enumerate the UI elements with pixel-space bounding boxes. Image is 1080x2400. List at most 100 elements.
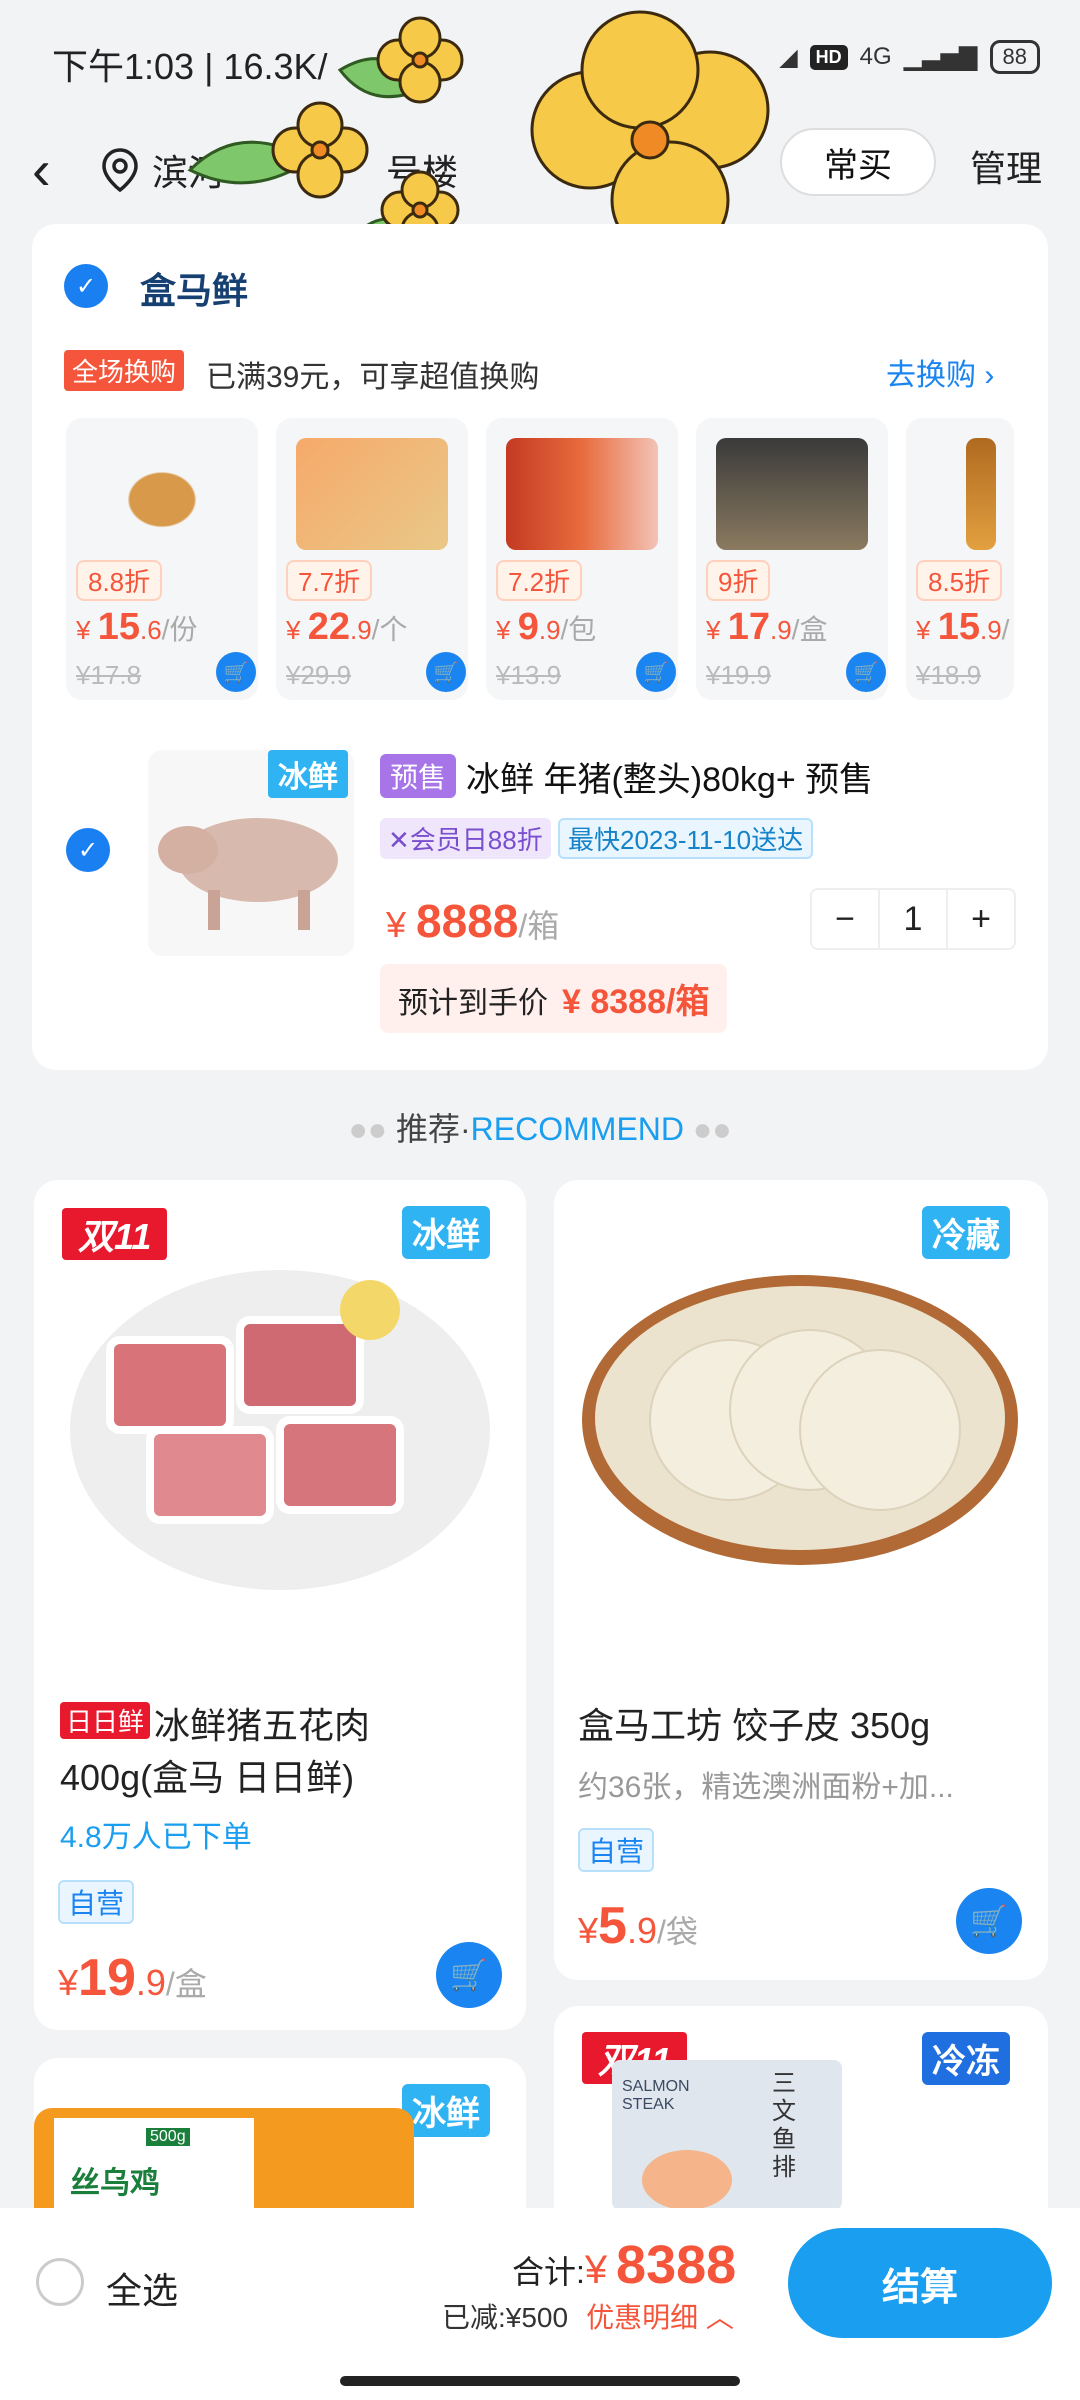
price-dec: .9	[626, 1910, 657, 1951]
currency: ¥	[496, 615, 511, 645]
price-unit: /盒	[165, 1966, 207, 2002]
saved-text: 已减:¥500	[442, 2302, 569, 2333]
fresh-daily-tag: 日日鲜	[60, 1702, 151, 1739]
exchange-link[interactable]: 去换购 ›	[886, 350, 994, 394]
price-dec: .9	[979, 615, 1002, 645]
chevron-right-icon: ›	[984, 359, 995, 392]
saved-amount: 已减:¥500 优惠明细 ︿	[442, 2296, 734, 2336]
product-desc: 约36张，精选澳洲面粉+加...	[578, 1771, 954, 1804]
price-int: 22	[307, 606, 350, 648]
member-badge: ✕会员日88折	[380, 818, 551, 859]
currency: ¥	[386, 904, 407, 945]
exchange-item[interactable]: 7.7折 ¥ 22.9/个 ¥29.9 🛒	[276, 418, 468, 700]
promo-tag: 全场换购	[64, 350, 185, 391]
add-cart-icon[interactable]: 🛒	[216, 652, 256, 692]
back-icon[interactable]: ‹	[32, 142, 51, 198]
select-all-label[interactable]: 全选	[106, 2262, 178, 2314]
self-operated-badge: 自营	[578, 1828, 655, 1872]
package-text: 三文鱼排	[772, 2070, 796, 2181]
increase-button[interactable]: +	[948, 890, 1014, 948]
price-int: 15	[97, 606, 140, 648]
old-price: ¥13.9	[496, 660, 562, 690]
select-all-checkbox[interactable]	[36, 2258, 84, 2306]
total-label: 合计:	[512, 2254, 585, 2290]
product-name: 盒马工坊 饺子皮 350g	[578, 1705, 931, 1746]
currency: ¥	[584, 2248, 608, 2292]
manage-button[interactable]: 管理	[970, 140, 1042, 192]
sold-count: 4.8万人已下单	[60, 1821, 252, 1854]
add-cart-icon[interactable]: 🛒	[636, 652, 676, 692]
network-label: 4G	[859, 43, 892, 70]
old-price: ¥17.8	[76, 660, 142, 690]
price-unit: /箱	[518, 908, 560, 944]
discount-badge: 8.5折	[916, 560, 1003, 601]
chilled-tag: 冰鲜	[402, 2084, 490, 2137]
salmon-steak-image: SALMON STEAK 三文鱼排	[612, 2060, 842, 2210]
chevron-up-icon: ︿	[705, 2302, 734, 2333]
add-cart-button[interactable]: 🛒	[436, 1942, 502, 2008]
price-dec: .9	[538, 615, 561, 645]
discount-badge: 7.7折	[286, 560, 373, 601]
chilled-tag: 冰鲜	[268, 750, 348, 798]
location-pin-icon	[102, 148, 138, 192]
checkout-button[interactable]: 结算	[788, 2228, 1052, 2338]
currency: ¥	[58, 1962, 79, 2003]
decrease-button[interactable]: −	[812, 890, 878, 948]
old-price: ¥19.9	[706, 660, 772, 690]
discount-detail-link[interactable]: 优惠明细 ︿	[586, 2302, 734, 2333]
product-title[interactable]: 冰鲜 年猪(整头)80kg+ 预售	[466, 752, 873, 801]
price-int: 17	[727, 606, 770, 648]
store-name[interactable]: 盒马鲜	[140, 262, 248, 314]
recommend-label-en: RECOMMEND	[470, 1111, 684, 1147]
product-image	[296, 438, 448, 550]
package-weight: 500g	[146, 2128, 190, 2146]
item-price: ¥ 15.6/份	[76, 606, 197, 649]
add-cart-icon[interactable]: 🛒	[846, 652, 886, 692]
package-en: SALMON STEAK	[622, 2078, 690, 2113]
exchange-item[interactable]: 8.5折 ¥ 15.9/ ¥18.9	[906, 418, 1014, 700]
price-int: 15	[937, 606, 980, 648]
exchange-item[interactable]: 7.2折 ¥ 9.9/包 ¥13.9 🛒	[486, 418, 678, 700]
discount-badge: 7.2折	[496, 560, 583, 601]
price-dec: .9	[135, 1962, 166, 2003]
home-indicator	[340, 2376, 740, 2386]
price-unit: /份	[161, 614, 198, 645]
member-badge-text: 会员日88折	[409, 825, 543, 855]
cart-icon: 🛒	[450, 1958, 488, 1992]
self-operated-badge: 自营	[58, 1880, 135, 1924]
item-price: ¥ 8888/箱	[386, 894, 559, 948]
price-unit: /个	[371, 614, 408, 645]
price-int: 9	[517, 606, 539, 648]
item-checkbox[interactable]: ✓	[66, 828, 110, 872]
price-dec: .9	[349, 615, 372, 645]
estimated-price: 预计到手价 ¥ 8388/箱	[380, 964, 728, 1033]
est-value: ¥ 8388/箱	[562, 983, 710, 1021]
quantity-value[interactable]: 1	[878, 890, 948, 948]
recommend-divider: ●● 推荐·RECOMMEND ●●	[0, 1104, 1080, 1150]
battery-icon: 88	[989, 40, 1040, 74]
add-cart-button[interactable]: 🛒	[956, 1888, 1022, 1954]
price-dec: .6	[139, 615, 162, 645]
divider-dots-icon: ●●	[348, 1111, 396, 1147]
price-unit: /盒	[791, 614, 828, 645]
exchange-item[interactable]: 8.8折 ¥ 15.6/份 ¥17.8 🛒	[66, 418, 258, 700]
product-price: ¥19.9/盒	[58, 1948, 207, 2008]
exchange-item[interactable]: 9折 ¥ 17.9/盒 ¥19.9 🛒	[696, 418, 888, 700]
quantity-stepper: − 1 +	[810, 888, 1016, 950]
add-cart-icon[interactable]: 🛒	[426, 652, 466, 692]
product-image	[506, 438, 658, 550]
delivery-badge: 最快2023-11-10送达	[558, 818, 814, 859]
price-unit: /	[1001, 614, 1010, 645]
recommend-label: 推荐·	[396, 1111, 471, 1147]
item-price: ¥ 9.9/包	[496, 606, 596, 649]
price-int: 19	[78, 1949, 136, 2007]
product-image	[86, 438, 238, 550]
divider-dots-icon: ●●	[684, 1111, 732, 1147]
pork-belly-image	[70, 1270, 490, 1590]
member-icon: ✕	[388, 825, 410, 855]
product-image	[716, 438, 868, 550]
item-price: ¥ 15.9/	[916, 606, 1009, 649]
old-price: ¥29.9	[286, 660, 352, 690]
store-checkbox[interactable]: ✓	[64, 264, 108, 308]
chilled-tag: 冰鲜	[402, 1206, 490, 1259]
